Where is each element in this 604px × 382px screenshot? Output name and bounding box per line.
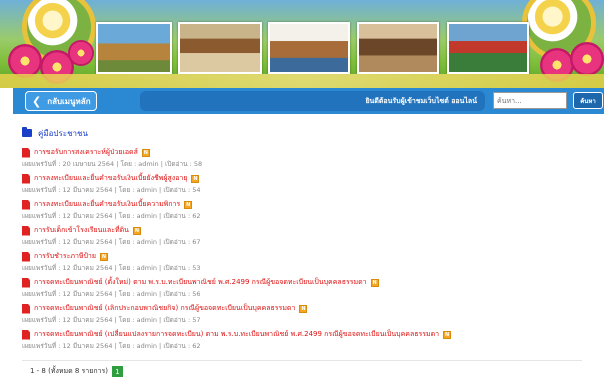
back-button-label: กลับเมนูหลัก bbox=[47, 96, 91, 106]
item-title-link[interactable]: การรับเด็กเข้าโรงเรียนและที่ดิน bbox=[34, 225, 129, 236]
new-badge-icon: N bbox=[132, 226, 141, 235]
item-title-link[interactable]: การลงทะเบียนและยื่นคำขอรับเงินเบี้ยยังชี… bbox=[34, 173, 187, 184]
banner-stripe bbox=[0, 74, 604, 88]
item-meta: เผยแพร่วันที่ : 12 มีนาคม 2564 | โดย : a… bbox=[22, 238, 201, 246]
back-to-main-menu-button[interactable]: ❮ กลับเมนูหลัก bbox=[25, 91, 97, 111]
list-item: การลงทะเบียนและยื่นคำขอรับเงินเบี้ยยังชี… bbox=[22, 172, 582, 198]
new-badge-icon: N bbox=[370, 278, 379, 287]
pdf-document-icon bbox=[22, 173, 30, 184]
folder-icon bbox=[22, 127, 32, 137]
header-banner bbox=[0, 0, 604, 88]
flower-decoration bbox=[570, 42, 604, 76]
pdf-document-icon bbox=[22, 303, 30, 314]
section-header: คู่มือประชาชน bbox=[22, 126, 582, 140]
banner-photo-craft bbox=[268, 22, 350, 74]
divider bbox=[22, 360, 582, 361]
pdf-document-icon bbox=[22, 251, 30, 262]
pdf-document-icon bbox=[22, 277, 30, 288]
search-input[interactable] bbox=[493, 92, 567, 109]
pagination: 1 - 8 (ทั้งหมด 8 รายการ) 1 bbox=[30, 366, 124, 377]
search-button-label: ค้นหา bbox=[580, 97, 596, 105]
pdf-document-icon bbox=[22, 147, 30, 158]
new-badge-icon: N bbox=[141, 148, 150, 157]
item-title-link[interactable]: การจดทะเบียนพาณิชย์ (ตั้งใหม่) ตาม พ.ร.บ… bbox=[34, 277, 367, 288]
item-meta: เผยแพร่วันที่ : 12 มีนาคม 2564 | โดย : a… bbox=[22, 290, 201, 298]
item-title-link[interactable]: การรับชำระภาษีป้าย bbox=[34, 251, 96, 262]
new-badge-icon: N bbox=[299, 304, 308, 313]
search-button[interactable]: ค้นหา bbox=[573, 92, 603, 109]
banner-photo-weaving bbox=[357, 22, 439, 74]
top-toolbar: ❮ กลับเมนูหลัก ยินดีต้อนรับผู้เข้าชมเว็บ… bbox=[13, 88, 604, 114]
new-badge-icon: N bbox=[191, 174, 200, 183]
list-item: การขอรับการสงเคราะห์ผู้ป่วยเอดส์ N เผยแพ… bbox=[22, 146, 582, 172]
item-title-link[interactable]: การขอรับการสงเคราะห์ผู้ป่วยเอดส์ bbox=[34, 147, 138, 158]
banner-photo-festival bbox=[447, 22, 529, 74]
list-item: การจดทะเบียนพาณิชย์ (เปลี่ยนแปลงรายการจด… bbox=[22, 328, 582, 354]
item-meta: เผยแพร่วันที่ : 20 เมษายน 2564 | โดย : a… bbox=[22, 160, 203, 168]
pagination-summary: 1 - 8 (ทั้งหมด 8 รายการ) bbox=[30, 367, 109, 375]
item-title-link[interactable]: การลงทะเบียนและยื่นคำขอรับเงินเบี้ยความพ… bbox=[34, 199, 180, 210]
item-meta: เผยแพร่วันที่ : 12 มีนาคม 2564 | โดย : a… bbox=[22, 264, 201, 272]
banner-photo-building bbox=[178, 22, 262, 74]
document-list-section: คู่มือประชาชน การขอรับการสงเคราะห์ผู้ป่ว… bbox=[22, 126, 582, 354]
welcome-text: ยินดีต้อนรับผู้เข้าชมเว็บไซต์ ออนไลน์ bbox=[365, 96, 477, 105]
item-meta: เผยแพร่วันที่ : 12 มีนาคม 2564 | โดย : a… bbox=[22, 342, 201, 350]
list-item: การจดทะเบียนพาณิชย์ (เลิกประกอบพาณิชยกิจ… bbox=[22, 302, 582, 328]
pdf-document-icon bbox=[22, 225, 30, 236]
page-button-current[interactable]: 1 bbox=[112, 366, 124, 377]
item-meta: เผยแพร่วันที่ : 12 มีนาคม 2564 | โดย : a… bbox=[22, 186, 201, 194]
section-title[interactable]: คู่มือประชาชน bbox=[38, 127, 88, 140]
list-item: การลงทะเบียนและยื่นคำขอรับเงินเบี้ยความพ… bbox=[22, 198, 582, 224]
list-item: การจดทะเบียนพาณิชย์ (ตั้งใหม่) ตาม พ.ร.บ… bbox=[22, 276, 582, 302]
list-item: การรับเด็กเข้าโรงเรียนและที่ดิน N เผยแพร… bbox=[22, 224, 582, 250]
item-title-link[interactable]: การจดทะเบียนพาณิชย์ (เปลี่ยนแปลงรายการจด… bbox=[34, 329, 439, 340]
flower-decoration bbox=[8, 44, 42, 78]
item-meta: เผยแพร่วันที่ : 12 มีนาคม 2564 | โดย : a… bbox=[22, 316, 201, 324]
list-item: การรับชำระภาษีป้าย N เผยแพร่วันที่ : 12 … bbox=[22, 250, 582, 276]
new-badge-icon: N bbox=[184, 200, 193, 209]
banner-photo-temple bbox=[96, 22, 172, 74]
flower-decoration bbox=[68, 40, 94, 66]
new-badge-icon: N bbox=[99, 252, 108, 261]
chevron-left-icon: ❮ bbox=[32, 94, 42, 108]
welcome-marquee: ยินดีต้อนรับผู้เข้าชมเว็บไซต์ ออนไลน์ bbox=[140, 91, 485, 111]
pdf-document-icon bbox=[22, 199, 30, 210]
item-title-link[interactable]: การจดทะเบียนพาณิชย์ (เลิกประกอบพาณิชยกิจ… bbox=[34, 303, 295, 314]
new-badge-icon: N bbox=[443, 330, 452, 339]
item-meta: เผยแพร่วันที่ : 12 มีนาคม 2564 | โดย : a… bbox=[22, 212, 201, 220]
pdf-document-icon bbox=[22, 329, 30, 340]
